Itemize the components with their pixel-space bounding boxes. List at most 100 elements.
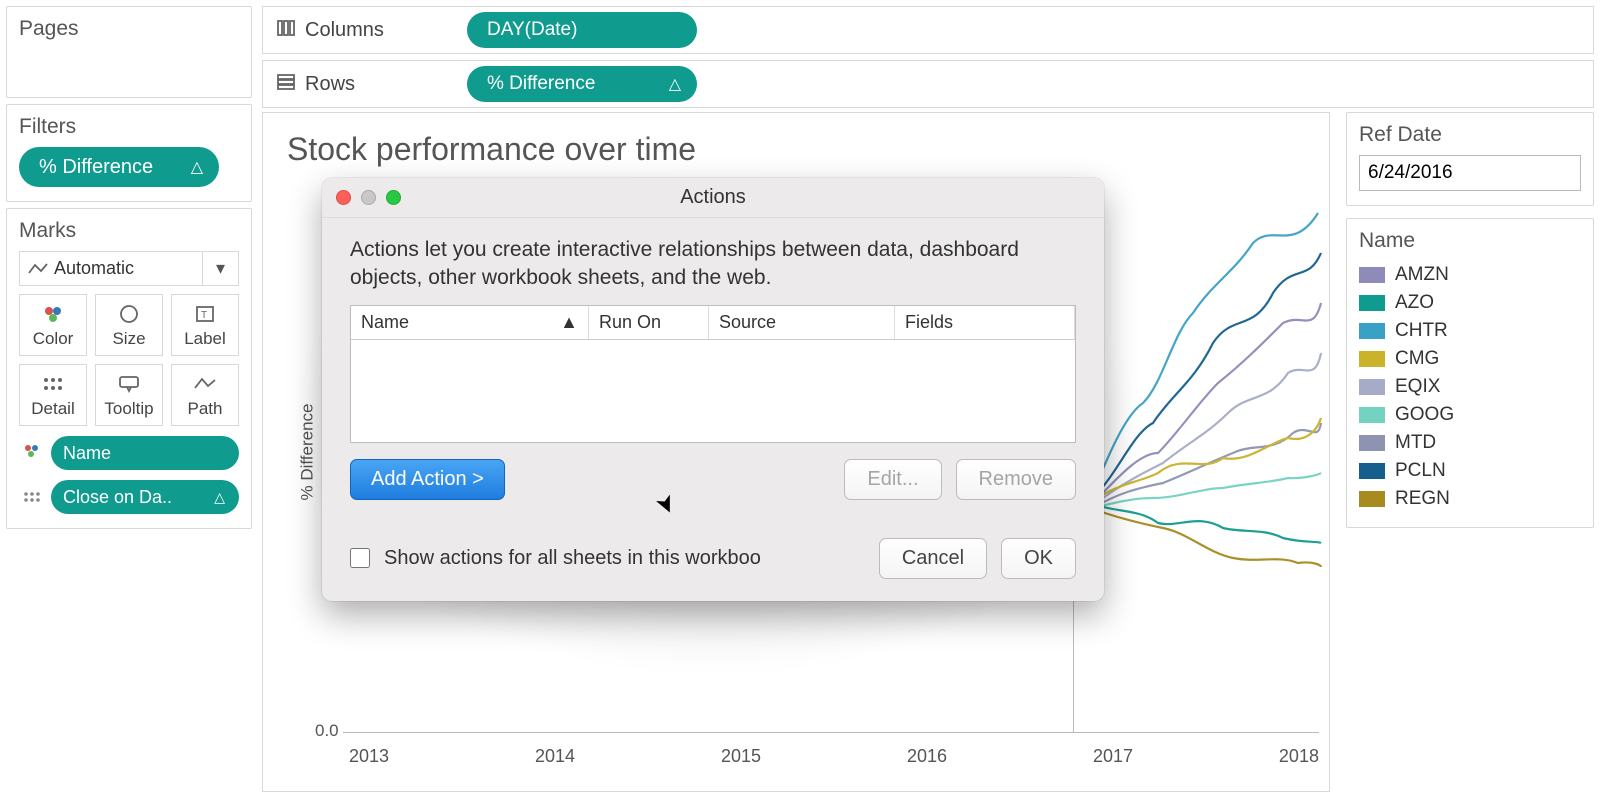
marks-tooltip-button[interactable]: Tooltip	[95, 364, 163, 426]
dialog-title: Actions	[680, 186, 746, 209]
legend-swatch	[1359, 463, 1385, 479]
marks-path-button[interactable]: Path	[171, 364, 239, 426]
columns-pill-day-date[interactable]: DAY(Date)	[467, 12, 697, 48]
ref-date-input[interactable]	[1359, 155, 1581, 191]
filters-title: Filters	[19, 115, 239, 139]
rows-shelf[interactable]: Rows % Difference △	[262, 60, 1594, 108]
actions-col-fields[interactable]: Fields	[895, 306, 1075, 339]
svg-text:T: T	[201, 310, 207, 321]
edit-action-button[interactable]: Edit...	[844, 459, 941, 500]
legend-label: PCLN	[1395, 460, 1446, 482]
x-axis-line	[343, 732, 1319, 733]
legend-item[interactable]: EQIX	[1359, 373, 1581, 401]
ref-date-title: Ref Date	[1359, 123, 1581, 147]
pages-shelf[interactable]: Pages	[6, 6, 252, 98]
show-all-sheets-checkbox[interactable]	[350, 548, 370, 568]
rows-label: Rows	[305, 73, 355, 96]
filters-pill-label: % Difference	[39, 156, 153, 179]
filters-pill-pct-difference[interactable]: % Difference △	[19, 147, 219, 187]
actions-col-name[interactable]: Name ▲	[351, 306, 589, 339]
actions-dialog: Actions Actions let you create interacti…	[322, 178, 1104, 601]
x-tick: 2016	[907, 746, 947, 767]
detail-icon	[20, 371, 86, 397]
marks-title: Marks	[19, 219, 239, 243]
columns-label: Columns	[305, 19, 384, 42]
legend-label: AMZN	[1395, 264, 1449, 286]
marks-detail-pill-close[interactable]: Close on Da.. △	[51, 480, 239, 514]
legend-item[interactable]: REGN	[1359, 485, 1581, 513]
x-tick: 2014	[535, 746, 575, 767]
legend-swatch	[1359, 267, 1385, 283]
mark-type-label: Automatic	[54, 258, 134, 279]
marks-color-label: Color	[20, 329, 86, 349]
columns-shelf[interactable]: Columns DAY(Date)	[262, 6, 1594, 54]
actions-table[interactable]: Name ▲ Run On Source Fields	[350, 305, 1076, 443]
marks-color-pill-label: Name	[63, 443, 111, 464]
label-icon: T	[172, 301, 238, 327]
window-close-icon[interactable]	[336, 190, 351, 205]
filters-shelf[interactable]: Filters % Difference △	[6, 104, 252, 202]
marks-detail-button[interactable]: Detail	[19, 364, 87, 426]
show-all-sheets-label: Show actions for all sheets in this work…	[384, 547, 761, 570]
marks-color-button[interactable]: Color	[19, 294, 87, 356]
dialog-description: Actions let you create interactive relat…	[350, 236, 1076, 293]
cancel-button[interactable]: Cancel	[879, 538, 987, 579]
delta-icon: △	[191, 157, 203, 177]
marks-card: Marks Automatic ▾ Color Size T Label	[6, 208, 252, 529]
marks-detail-label: Detail	[20, 399, 86, 419]
rows-icon	[277, 73, 295, 96]
actions-col-run[interactable]: Run On	[589, 306, 709, 339]
marks-size-label: Size	[96, 329, 162, 349]
ref-date-card: Ref Date	[1346, 112, 1594, 206]
legend-label: CMG	[1395, 348, 1439, 370]
legend-swatch	[1359, 323, 1385, 339]
remove-action-button[interactable]: Remove	[956, 459, 1076, 500]
legend-label: GOOG	[1395, 404, 1454, 426]
ok-button[interactable]: OK	[1001, 538, 1076, 579]
legend-label: CHTR	[1395, 320, 1448, 342]
legend-item[interactable]: PCLN	[1359, 457, 1581, 485]
rows-pill-pct-difference[interactable]: % Difference △	[467, 66, 697, 102]
add-action-button[interactable]: Add Action >	[350, 459, 505, 500]
chevron-down-icon[interactable]: ▾	[202, 252, 238, 285]
legend-swatch	[1359, 295, 1385, 311]
x-tick: 2015	[721, 746, 761, 767]
marks-label-button[interactable]: T Label	[171, 294, 239, 356]
legend-item[interactable]: CMG	[1359, 345, 1581, 373]
marks-label-label: Label	[172, 329, 238, 349]
mark-type-dropdown[interactable]: Automatic ▾	[19, 251, 239, 286]
legend-item[interactable]: MTD	[1359, 429, 1581, 457]
marks-path-label: Path	[172, 399, 238, 419]
window-zoom-icon[interactable]	[386, 190, 401, 205]
columns-icon	[277, 19, 295, 42]
dialog-titlebar[interactable]: Actions	[322, 178, 1104, 218]
actions-col-source[interactable]: Source	[709, 306, 895, 339]
legend-swatch	[1359, 351, 1385, 367]
x-tick: 2018	[1279, 746, 1319, 767]
marks-detail-pill-label: Close on Da..	[63, 487, 172, 508]
legend-item[interactable]: AMZN	[1359, 261, 1581, 289]
legend-label: AZO	[1395, 292, 1434, 314]
legend-swatch	[1359, 435, 1385, 451]
legend-swatch	[1359, 379, 1385, 395]
columns-pill-label: DAY(Date)	[487, 19, 577, 41]
legend-label: REGN	[1395, 488, 1450, 510]
size-icon	[96, 301, 162, 327]
window-minimize-icon	[361, 190, 376, 205]
y-axis-tick: 0.0	[315, 721, 339, 741]
line-icon	[28, 262, 48, 276]
marks-tooltip-label: Tooltip	[96, 399, 162, 419]
legend-item[interactable]: CHTR	[1359, 317, 1581, 345]
x-tick: 2013	[349, 746, 389, 767]
legend-swatch	[1359, 407, 1385, 423]
detail-icon	[19, 487, 45, 508]
path-icon	[172, 371, 238, 397]
marks-size-button[interactable]: Size	[95, 294, 163, 356]
pages-title: Pages	[19, 17, 239, 41]
legend-label: MTD	[1395, 432, 1436, 454]
legend-item[interactable]: GOOG	[1359, 401, 1581, 429]
marks-color-pill-name[interactable]: Name	[51, 436, 239, 470]
chart-title: Stock performance over time	[263, 113, 1329, 176]
color-swatch-icon	[19, 443, 45, 464]
legend-item[interactable]: AZO	[1359, 289, 1581, 317]
